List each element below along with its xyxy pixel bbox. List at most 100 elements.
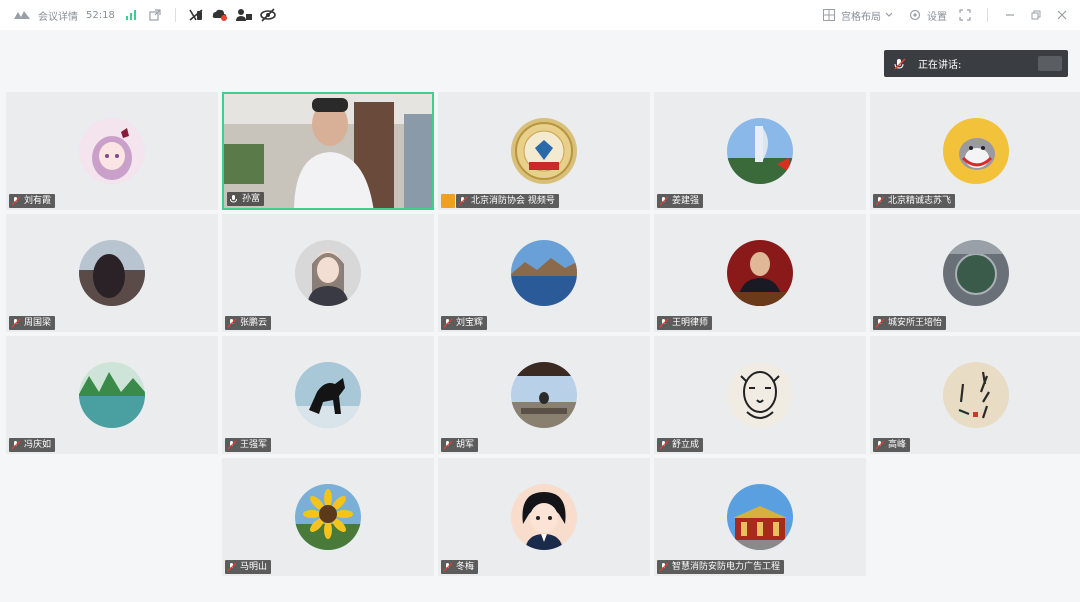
muted-mic-icon [443,318,453,328]
avatar [727,484,793,550]
muted-mic-icon [659,196,669,206]
mic-icon [229,194,239,204]
avatar [79,362,145,428]
participant-tile[interactable]: 舒立成 [654,336,866,454]
participant-tile-active[interactable]: 孙富 [222,92,434,210]
avatar [511,362,577,428]
participant-grid: 刘有霞 孙富 北京消防协会 视频号 姜建强 北京精诚志苏飞 周国梁 张鹏云 刘宝… [6,92,1080,578]
divider [174,8,176,22]
signal-strength-icon[interactable] [123,7,139,23]
grid-layout-icon[interactable] [821,7,837,23]
avatar [943,118,1009,184]
gear-icon[interactable] [907,7,923,23]
meeting-timer: 52:18 [86,9,115,21]
participant-tile[interactable]: 城安所王培怡 [870,214,1080,332]
speaker-thumbnail [1038,56,1062,71]
avatar [511,484,577,550]
hide-video-icon[interactable] [260,7,276,23]
speaking-label: 正在讲话: [918,60,962,71]
share-link-icon[interactable] [147,7,163,23]
participant-name-tag: 姜建强 [657,194,704,208]
participant-name-tag: 刘有霞 [9,194,56,208]
participant-name-tag: 张鹏云 [225,316,272,330]
title-bar-left: 会议详情 52:18 [14,0,276,30]
chevron-down-icon[interactable] [881,7,897,23]
participant-tile[interactable]: 周国梁 [6,214,218,332]
avatar [727,118,793,184]
muted-mic-icon [227,562,237,572]
speaking-indicator: 正在讲话: [884,50,1068,77]
muted-mic-icon [458,196,468,206]
participant-tile[interactable]: 冯庆如 [6,336,218,454]
participant-tile[interactable]: 马明山 [222,458,434,576]
participant-tile[interactable]: 刘有霞 [6,92,218,210]
title-bar: 会议详情 52:18 宫格布局 设置 [0,0,1080,30]
muted-mic-icon [227,318,237,328]
minimize-icon[interactable] [1002,7,1018,23]
host-badge-icon [441,194,455,208]
muted-mic-icon [875,196,885,206]
participant-tile[interactable]: 王明律师 [654,214,866,332]
participant-name-tag: 胡军 [441,438,479,452]
muted-mic-icon [11,196,21,206]
muted-mic-icon [443,440,453,450]
avatar [511,118,577,184]
muted-mic-icon [11,318,21,328]
participant-name-tag: 王明律师 [657,316,713,330]
participant-name-tag: 高峰 [873,438,911,452]
mute-all-icon[interactable] [188,7,204,23]
participant-tile[interactable]: 高峰 [870,336,1080,454]
avatar [295,362,361,428]
muted-mic-icon [875,440,885,450]
title-bar-right: 宫格布局 设置 [821,0,1070,30]
participant-name-tag: 刘宝辉 [441,316,488,330]
participant-tile[interactable]: 张鹏云 [222,214,434,332]
participant-name-tag: 冬梅 [441,560,479,574]
muted-mic-icon [659,318,669,328]
restore-icon[interactable] [1028,7,1044,23]
divider [987,8,988,22]
participant-name-tag: 城安所王培怡 [873,316,947,330]
participant-tile[interactable]: 北京精诚志苏飞 [870,92,1080,210]
participant-name-tag: 冯庆如 [9,438,56,452]
muted-mic-icon [659,440,669,450]
avatar [727,240,793,306]
avatar [79,240,145,306]
participant-name-tag: 舒立成 [657,438,704,452]
muted-mic-icon [659,562,669,572]
app-logo-icon [14,7,30,23]
participant-name-tag: 北京精诚志苏飞 [873,194,956,208]
avatar [511,240,577,306]
participant-name-tag: 马明山 [225,560,272,574]
avatar [727,362,793,428]
cloud-record-icon[interactable] [212,7,228,23]
avatar [943,362,1009,428]
participant-name-tag: 智慧消防安防电力广告工程 [657,560,785,574]
avatar [295,484,361,550]
muted-mic-icon [443,562,453,572]
avatar [79,118,145,184]
fullscreen-icon[interactable] [957,7,973,23]
close-icon[interactable] [1054,7,1070,23]
muted-mic-icon [875,318,885,328]
settings-button[interactable]: 设置 [927,8,947,23]
participant-name-tag: 北京消防协会 视频号 [456,194,559,208]
participant-tile[interactable]: 智慧消防安防电力广告工程 [654,458,866,576]
participant-tile[interactable]: 王强军 [222,336,434,454]
mic-icon [892,56,908,72]
participant-name-tag: 孙富 [227,192,265,206]
avatar [295,240,361,306]
meeting-details-link[interactable]: 会议详情 [38,8,78,23]
participant-video [224,94,432,208]
participant-tile[interactable]: 胡军 [438,336,650,454]
participant-name-tag: 周国梁 [9,316,56,330]
avatar [943,240,1009,306]
participant-tile[interactable]: 冬梅 [438,458,650,576]
participants-icon[interactable] [235,7,252,23]
grid-layout-button[interactable]: 宫格布局 [841,8,881,23]
participant-name-tag: 王强军 [225,438,272,452]
participant-tile[interactable]: 北京消防协会 视频号 [438,92,650,210]
participant-tile[interactable]: 刘宝辉 [438,214,650,332]
participant-tile[interactable]: 姜建强 [654,92,866,210]
muted-mic-icon [227,440,237,450]
